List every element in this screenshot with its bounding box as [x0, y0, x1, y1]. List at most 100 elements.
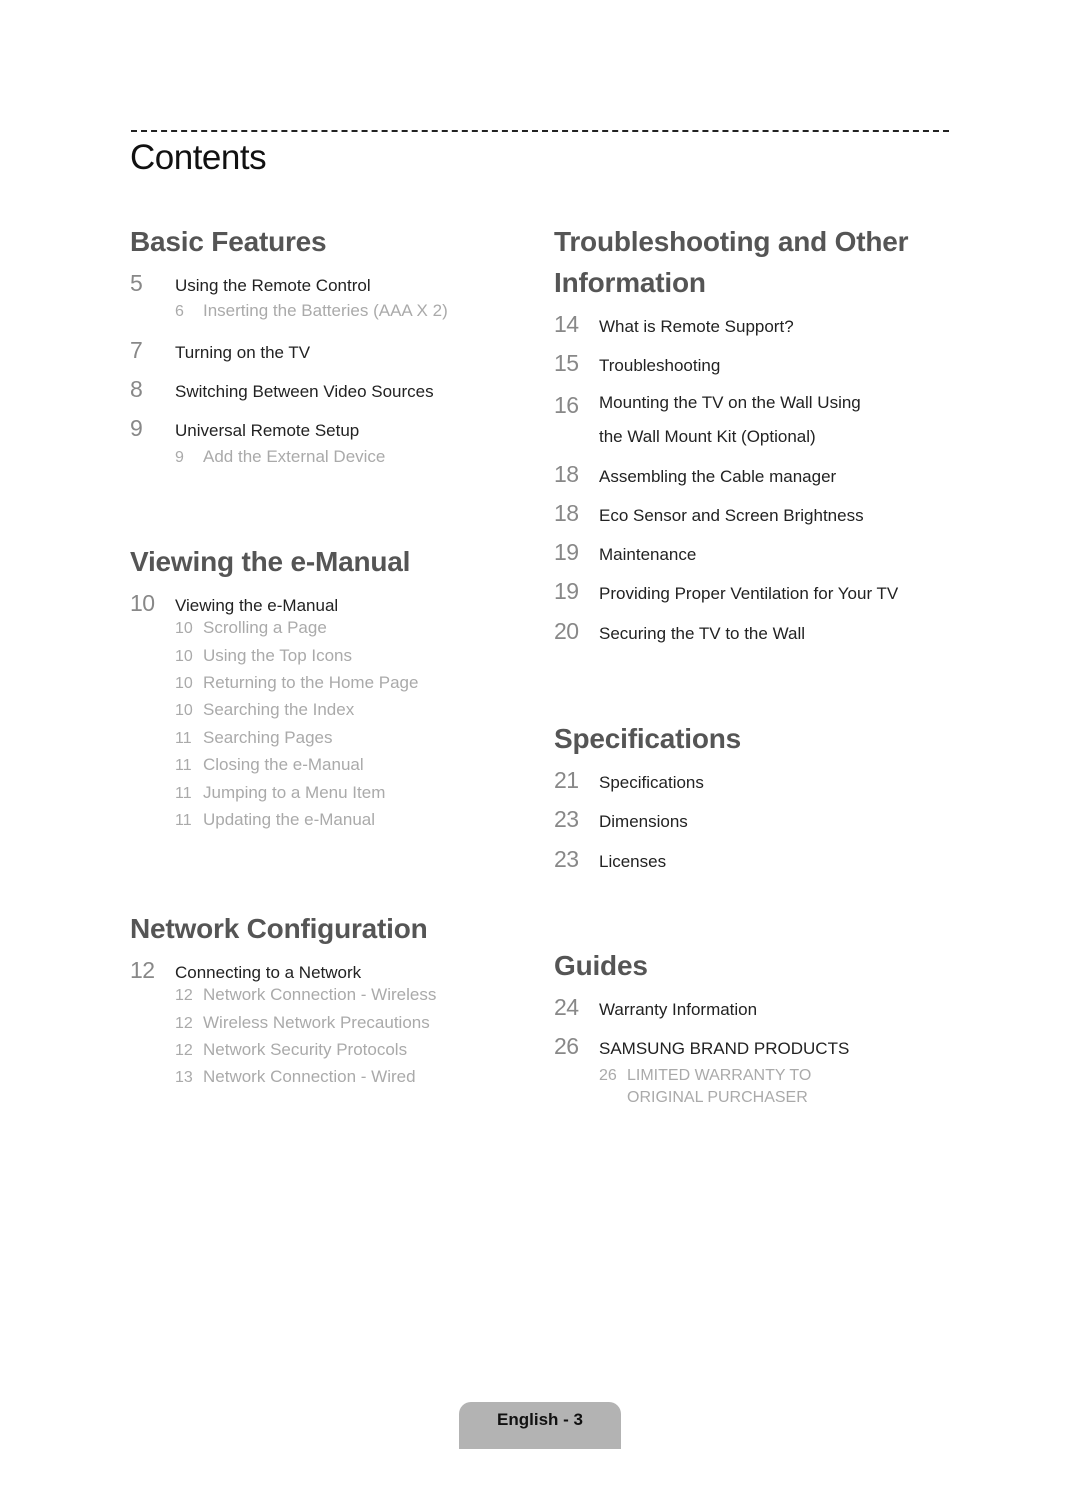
toc-entry[interactable]: 16 Mounting the TV on the Wall Using the… [554, 390, 974, 454]
page-number: 20 [554, 617, 579, 644]
sub-entry-label: Wireless Network Precautions [203, 1012, 430, 1032]
page-number: 11 [175, 784, 192, 802]
page-number: 26 [599, 1066, 617, 1084]
page-number: 13 [175, 1069, 193, 1087]
sub-entry-label: Searching Pages [203, 727, 333, 747]
sub-entry-label: Returning to the Home Page [203, 673, 419, 693]
toc-sub-entry[interactable]: 10 Using the Top Icons [175, 646, 540, 673]
toc-entry[interactable]: 18 Eco Sensor and Screen Brightness [554, 500, 974, 539]
sub-entry-label: Updating the e-Manual [203, 810, 376, 830]
entry-label: Viewing the e-Manual [175, 596, 339, 615]
toc-entry[interactable]: 7 Turning on the TV [130, 337, 540, 376]
toc-sub-entry[interactable]: 10 Scrolling a Page [175, 618, 540, 645]
toc-entry[interactable]: 23 Licenses [554, 846, 974, 885]
toc-entry[interactable]: 18 Assembling the Cable manager [554, 461, 974, 500]
toc-sub-entry[interactable]: 12 Network Security Protocols [175, 1040, 540, 1067]
toc-sub-entry[interactable]: 9 Add the External Device [175, 447, 540, 474]
page-number: 10 [175, 675, 193, 693]
entry-label: Dimensions [599, 812, 688, 832]
entry-label: What is Remote Support? [599, 317, 794, 336]
toc-sub-entry[interactable]: 6 Inserting the Batteries (AAA X 2) [175, 301, 540, 328]
page-number: 11 [175, 812, 192, 830]
sub-entry-list: 12 Network Connection - Wireless 12 Wire… [175, 985, 540, 1095]
toc-entry[interactable]: 20 Securing the TV to the Wall [554, 618, 974, 657]
section-guides: Guides 24 Warranty Information 26 SAMSUN… [554, 945, 974, 1117]
sub-entry-label: Inserting the Batteries (AAA X 2) [203, 301, 448, 321]
entry-label: Assembling the Cable manager [599, 466, 837, 486]
sub-entry-label: Network Connection - Wired [203, 1067, 416, 1087]
toc-sub-entry[interactable]: 11 Closing the e-Manual [175, 755, 540, 782]
toc-entry[interactable]: 19 Providing Proper Ventilation for Your… [554, 578, 974, 617]
toc-sub-entry[interactable]: 26 LIMITED WARRANTY TO ORIGINAL PURCHASE… [599, 1065, 974, 1109]
sub-entry-label: Jumping to a Menu Item [203, 782, 386, 802]
entry-list: 12 Connecting to a Network 12 Network Co… [130, 957, 540, 1095]
page-number: 7 [130, 336, 143, 363]
page-number: 12 [175, 987, 193, 1005]
page-footer-tab: English - 3 [459, 1402, 621, 1449]
entry-list: 5 Using the Remote Control 6 Inserting t… [130, 270, 540, 474]
sub-entry-label: Closing the e-Manual [203, 755, 364, 775]
entry-label: Turning on the TV [175, 342, 311, 362]
page-number: 19 [554, 539, 579, 566]
page-number: 11 [175, 729, 192, 747]
section-basic-features: Basic Features 5 Using the Remote Contro… [130, 221, 540, 482]
page-number: 8 [130, 375, 143, 402]
section-title: Specifications [554, 723, 742, 754]
section-title-line: Information [554, 267, 706, 298]
toc-entry[interactable]: 24 Warranty Information [554, 994, 974, 1033]
page-number: 26 [554, 1033, 579, 1060]
entry-label: Connecting to a Network [175, 963, 362, 982]
toc-entry[interactable]: 19 Maintenance [554, 539, 974, 578]
page-number: 12 [175, 1042, 193, 1060]
section-viewing-emanual: Viewing the e-Manual 10 Viewing the e-Ma… [130, 541, 540, 845]
toc-sub-entry[interactable]: 12 Network Connection - Wireless [175, 985, 540, 1012]
entry-label: Providing Proper Ventilation for Your TV [599, 584, 899, 604]
sub-entry-list: 10 Scrolling a Page 10 Using the Top Ico… [175, 618, 540, 837]
toc-entry[interactable]: 23 Dimensions [554, 806, 974, 845]
page-number: 6 [175, 303, 184, 321]
toc-sub-entry[interactable]: 11 Updating the e-Manual [175, 810, 540, 837]
page-number: 9 [130, 415, 143, 442]
page-number: 18 [554, 460, 579, 487]
sub-entry-label: Network Security Protocols [203, 1040, 408, 1060]
toc-entry[interactable]: 21 Specifications [554, 767, 974, 806]
dashed-rule [131, 130, 949, 132]
page-number: 24 [554, 994, 579, 1020]
section-title-line: Troubleshooting and Other [554, 226, 909, 257]
page-number: 23 [554, 845, 579, 872]
sub-entry-label-line: ORIGINAL PURCHASER [627, 1088, 808, 1106]
page-number: 5 [130, 270, 143, 296]
toc-sub-entry[interactable]: 10 Returning to the Home Page [175, 673, 540, 700]
toc-sub-entry[interactable]: 11 Jumping to a Menu Item [175, 783, 540, 810]
page-number: 16 [554, 391, 579, 418]
page-number: 10 [175, 647, 193, 665]
toc-sub-entry[interactable]: 13 Network Connection - Wired [175, 1067, 540, 1094]
entry-label: Warranty Information [599, 1000, 758, 1019]
page-number: 11 [175, 757, 192, 775]
toc-sub-entry[interactable]: 10 Searching the Index [175, 700, 540, 727]
entry-label: Switching Between Video Sources [175, 381, 434, 401]
page-number: 12 [130, 957, 155, 983]
page-language-number: English - 3 [497, 1410, 583, 1429]
toc-sub-entry[interactable]: 12 Wireless Network Precautions [175, 1013, 540, 1040]
section-title: Network Configuration [130, 913, 428, 944]
page-number: 12 [175, 1014, 193, 1032]
section-title: Guides [554, 950, 648, 981]
section-troubleshooting: Troubleshooting and Other Information 14… [554, 221, 974, 657]
section-network-configuration: Network Configuration 12 Connecting to a… [130, 908, 540, 1103]
toc-sub-entry[interactable]: 11 Searching Pages [175, 728, 540, 755]
toc-entry[interactable]: 14 What is Remote Support? [554, 311, 974, 350]
toc-entry[interactable]: 8 Switching Between Video Sources [130, 376, 540, 415]
sub-entry-label: Network Connection - Wireless [203, 985, 437, 1005]
entry-list: 21 Specifications 23 Dimensions 23 Licen… [554, 767, 974, 885]
entry-label: Using the Remote Control [175, 276, 371, 295]
entry-label: Eco Sensor and Screen Brightness [599, 505, 864, 525]
page-number: 10 [175, 702, 193, 720]
toc-entry[interactable]: 15 Troubleshooting [554, 350, 974, 389]
page-number: 23 [554, 806, 579, 833]
entry-label: Maintenance [599, 545, 697, 565]
page-number: 14 [554, 311, 579, 337]
page-number: 21 [554, 767, 579, 793]
page-number: 19 [554, 578, 579, 605]
entry-label-line: Mounting the TV on the Wall Using [599, 392, 861, 412]
